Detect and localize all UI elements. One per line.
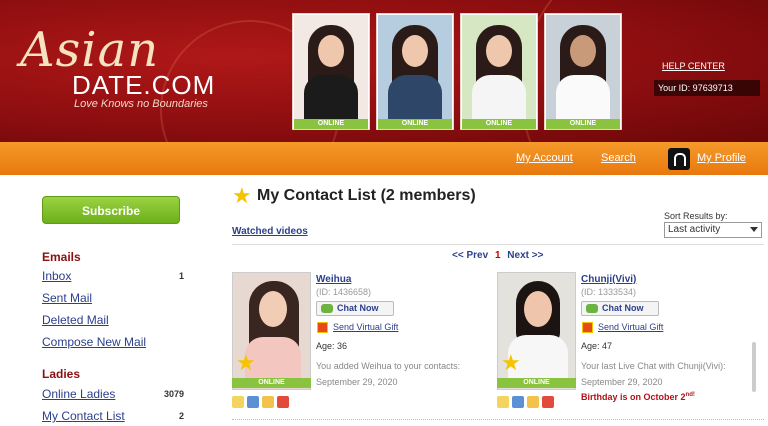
site-header: Asian DATE.COM Love Knows no Boundaries …: [0, 0, 768, 142]
user-id-label: Your ID: 97639713: [654, 80, 760, 96]
sidebar-item-inbox[interactable]: Inbox: [42, 269, 71, 283]
contact-note: Your last Live Chat with Chunji(Vivi): S…: [581, 361, 726, 387]
sidebar-item-contact-list[interactable]: My Contact List: [42, 409, 125, 423]
nav-search[interactable]: Search: [601, 152, 636, 164]
star-icon: ★: [501, 350, 521, 375]
sort-select[interactable]: Last activity: [664, 222, 762, 238]
featured-ladies: ONLINE ONLINE ONLINE ONLINE: [292, 13, 622, 130]
featured-card[interactable]: ONLINE: [460, 13, 538, 130]
logo-tagline: Love Knows no Boundaries: [74, 98, 208, 110]
prev-page-link[interactable]: << Prev: [452, 250, 488, 261]
contact-card: ONLINE ★ Chunji(Vivi) (ID: 1333534) Chat…: [497, 272, 747, 412]
gift-icon: [582, 322, 593, 333]
contact-id: (ID: 1333534): [581, 287, 637, 297]
inbox-count: 1: [178, 271, 184, 281]
divider: [232, 419, 764, 420]
logo-name: DATE.COM: [72, 70, 216, 100]
nav-my-account[interactable]: My Account: [516, 152, 573, 164]
contact-list-count: 2: [178, 411, 184, 421]
online-badge: ONLINE: [546, 119, 620, 129]
star-icon: ★: [236, 350, 256, 375]
sort-label: Sort Results by:: [664, 211, 728, 221]
help-center-link[interactable]: HELP CENTER: [662, 61, 725, 71]
sidebar-item-online-ladies[interactable]: Online Ladies: [42, 387, 115, 401]
note-icon[interactable]: [527, 396, 539, 408]
ladies-heading: Ladies: [42, 367, 81, 381]
watched-videos-link[interactable]: Watched videos: [232, 226, 308, 237]
sidebar-item-compose[interactable]: Compose New Mail: [42, 335, 146, 349]
caret-down-icon: [750, 227, 758, 232]
divider: [232, 244, 764, 245]
featured-photo[interactable]: [546, 15, 620, 119]
profile-icon[interactable]: [668, 148, 690, 170]
scrollbar[interactable]: [752, 342, 756, 392]
contact-note: You added Weihua to your contacts: Septe…: [316, 361, 461, 387]
contact-age: Age: 47: [581, 341, 613, 351]
online-badge: ONLINE: [497, 378, 576, 388]
contact-card: ONLINE ★ Weihua (ID: 1436658) Chat Now S…: [232, 272, 482, 412]
note-icon[interactable]: [262, 396, 274, 408]
emails-heading: Emails: [42, 250, 81, 264]
star-icon: ★: [232, 183, 252, 208]
online-ladies-count: 3079: [163, 389, 184, 399]
online-badge: ONLINE: [232, 378, 311, 388]
contact-name-link[interactable]: Chunji(Vivi): [581, 274, 636, 285]
featured-photo[interactable]: [462, 15, 536, 119]
online-badge: ONLINE: [378, 119, 452, 129]
featured-card[interactable]: ONLINE: [376, 13, 454, 130]
smile-icon[interactable]: [232, 396, 244, 408]
chat-now-button[interactable]: Chat Now: [581, 301, 659, 316]
current-page: 1: [494, 250, 501, 261]
smile-icon[interactable]: [497, 396, 509, 408]
gift-icon: [317, 322, 328, 333]
birthday-notice: Birthday is on October 2nd!: [581, 392, 695, 402]
send-gift-link[interactable]: Send Virtual Gift: [333, 322, 398, 332]
subscribe-button[interactable]: Subscribe: [42, 196, 180, 224]
featured-card[interactable]: ONLINE: [292, 13, 370, 130]
chat-now-button[interactable]: Chat Now: [316, 301, 394, 316]
chat-icon: [321, 304, 333, 313]
site-logo[interactable]: Asian DATE.COM Love Knows no Boundaries: [20, 22, 240, 122]
top-nav: My Account Search My Profile: [0, 142, 768, 175]
featured-photo[interactable]: [378, 15, 452, 119]
block-icon[interactable]: [542, 396, 554, 408]
online-badge: ONLINE: [294, 119, 368, 129]
chat-icon: [586, 304, 598, 313]
page-title: My Contact List (2 members): [257, 187, 476, 204]
contact-actions: [497, 396, 554, 408]
sidebar-item-sent-mail[interactable]: Sent Mail: [42, 291, 92, 305]
pagination: << Prev 1 Next >>: [452, 250, 543, 261]
contact-actions: [232, 396, 289, 408]
block-icon[interactable]: [277, 396, 289, 408]
contact-age: Age: 36: [316, 341, 348, 351]
video-icon[interactable]: [247, 396, 259, 408]
nav-my-profile[interactable]: My Profile: [697, 152, 746, 164]
send-gift-link[interactable]: Send Virtual Gift: [598, 322, 663, 332]
next-page-link[interactable]: Next >>: [507, 250, 543, 261]
video-icon[interactable]: [512, 396, 524, 408]
featured-photo[interactable]: [294, 15, 368, 119]
contact-id: (ID: 1436658): [316, 287, 372, 297]
sidebar-item-deleted-mail[interactable]: Deleted Mail: [42, 313, 109, 327]
contact-name-link[interactable]: Weihua: [316, 274, 351, 285]
online-badge: ONLINE: [462, 119, 536, 129]
featured-card[interactable]: ONLINE: [544, 13, 622, 130]
